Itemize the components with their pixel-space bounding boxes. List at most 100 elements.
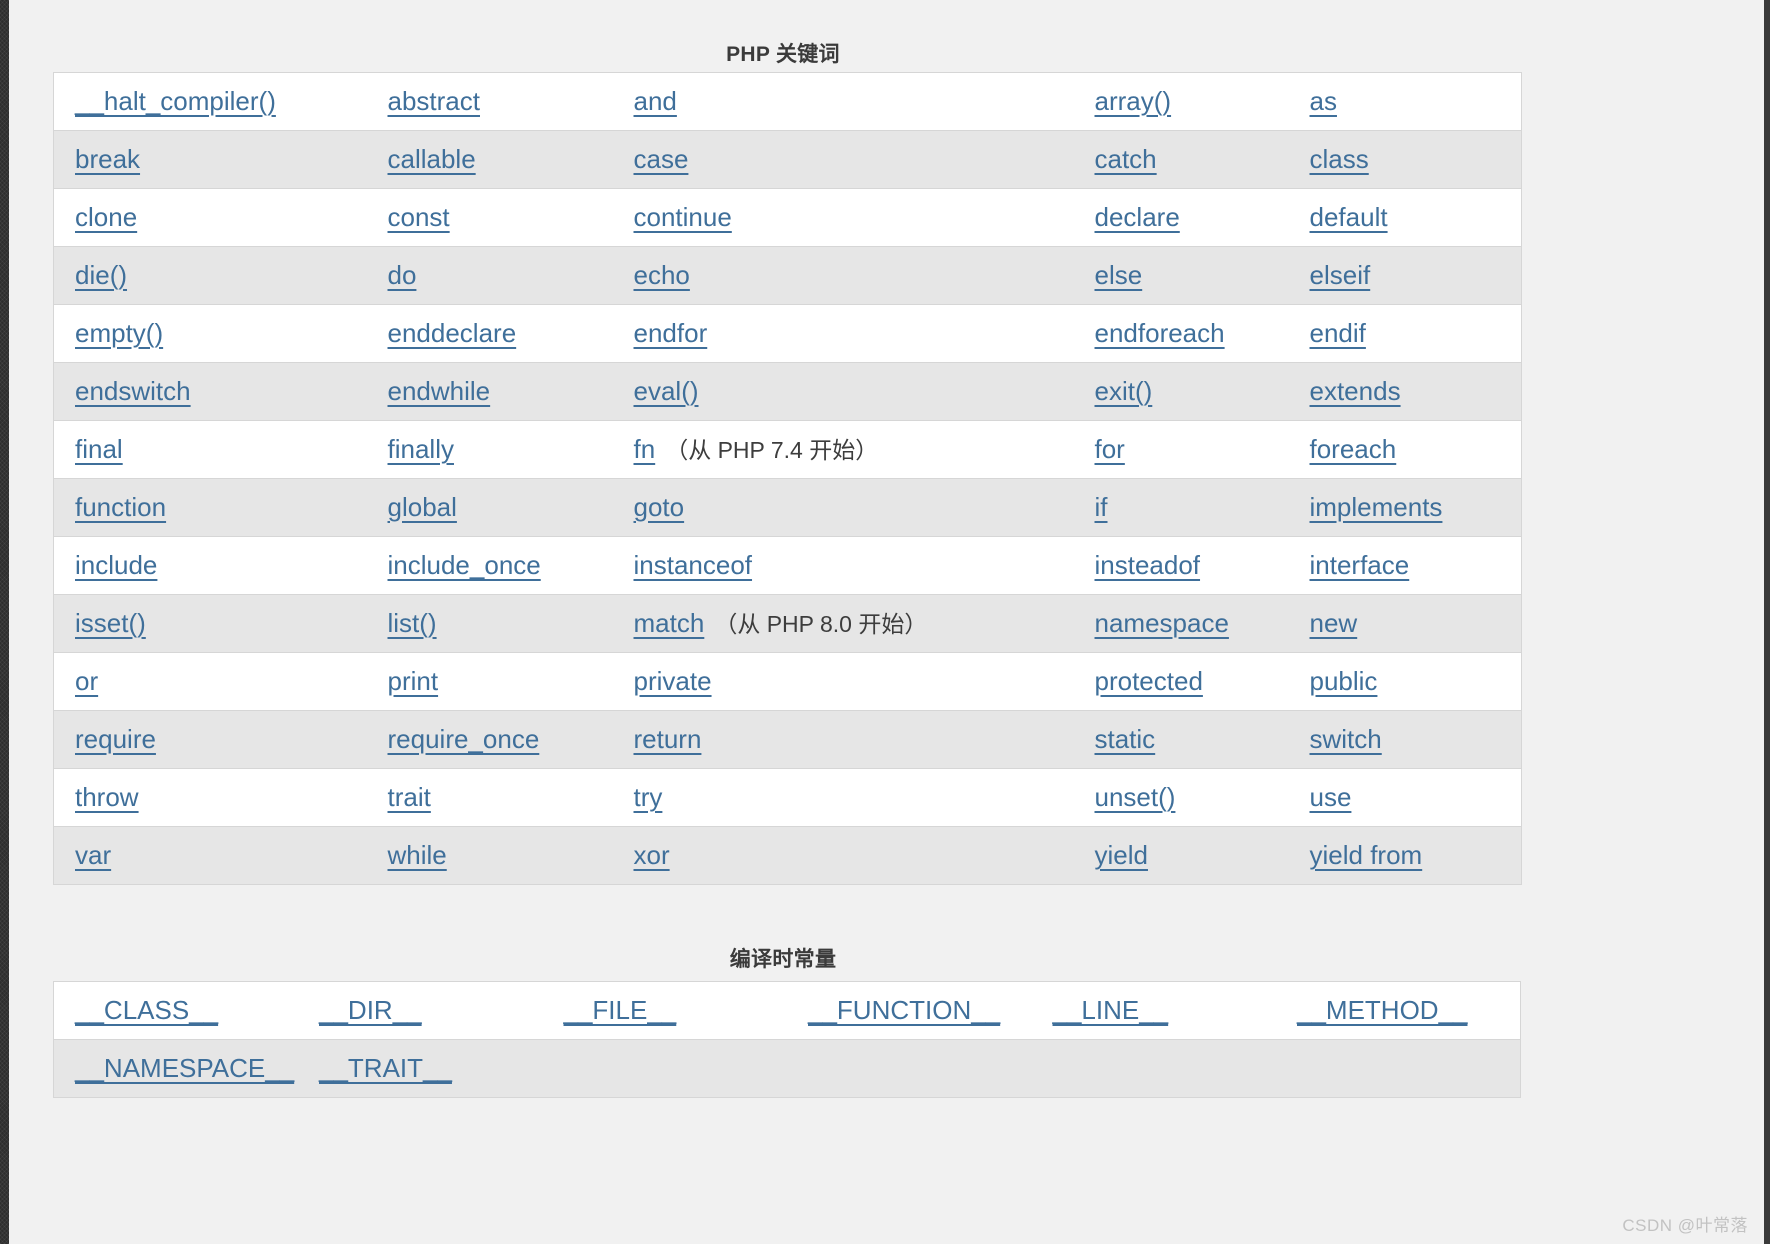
keyword-link[interactable]: endwhile — [388, 376, 491, 406]
keyword-link[interactable]: global — [388, 492, 457, 522]
keyword-link[interactable]: __halt_compiler() — [75, 86, 276, 116]
cell-content: public — [1289, 666, 1522, 697]
keyword-link[interactable]: case — [634, 144, 689, 174]
keyword-link[interactable]: goto — [634, 492, 685, 522]
keyword-link[interactable]: elseif — [1310, 260, 1371, 290]
keyword-link[interactable]: throw — [75, 782, 139, 812]
table-cell: include — [53, 536, 367, 595]
keyword-link[interactable]: __METHOD__ — [1297, 995, 1468, 1025]
keyword-link[interactable]: __NAMESPACE__ — [75, 1053, 294, 1083]
keyword-link[interactable]: instanceof — [634, 550, 753, 580]
keyword-link[interactable]: yield — [1095, 840, 1148, 870]
keyword-link[interactable]: foreach — [1310, 434, 1397, 464]
page-right-scroll-gutter[interactable] — [1764, 0, 1770, 1244]
keyword-link[interactable]: __LINE__ — [1053, 995, 1169, 1025]
keyword-link[interactable]: declare — [1095, 202, 1180, 232]
table-cell: continue — [612, 188, 1074, 247]
keyword-link[interactable]: and — [634, 86, 677, 116]
keyword-link[interactable]: else — [1095, 260, 1143, 290]
cell-content: as — [1289, 86, 1522, 117]
keyword-link[interactable]: empty() — [75, 318, 163, 348]
keyword-link[interactable]: use — [1310, 782, 1352, 812]
keyword-link[interactable]: xor — [634, 840, 670, 870]
keyword-link[interactable]: var — [75, 840, 111, 870]
table-cell: empty() — [53, 304, 367, 363]
keyword-link[interactable]: class — [1310, 144, 1369, 174]
keyword-link[interactable]: enddeclare — [388, 318, 517, 348]
keyword-link[interactable]: __FUNCTION__ — [808, 995, 1000, 1025]
keyword-link[interactable]: fn — [634, 434, 656, 464]
keyword-link[interactable]: default — [1310, 202, 1388, 232]
table-cell — [787, 1039, 1032, 1098]
keyword-link[interactable]: isset() — [75, 608, 146, 638]
keyword-link[interactable]: endfor — [634, 318, 708, 348]
keyword-link[interactable]: print — [388, 666, 439, 696]
keyword-link[interactable]: abstract — [388, 86, 481, 116]
keyword-link[interactable]: implements — [1310, 492, 1443, 522]
cell-content: elseif — [1289, 260, 1522, 291]
keyword-link[interactable]: eval() — [634, 376, 699, 406]
keyword-link[interactable]: endswitch — [75, 376, 191, 406]
keyword-link[interactable]: static — [1095, 724, 1156, 754]
keyword-link[interactable]: yield from — [1310, 840, 1423, 870]
keyword-link[interactable]: public — [1310, 666, 1378, 696]
keyword-link[interactable]: final — [75, 434, 123, 464]
cell-content: require — [54, 724, 367, 755]
page-left-scroll-gutter[interactable] — [0, 0, 9, 1244]
keyword-link[interactable]: require — [75, 724, 156, 754]
keyword-link[interactable]: trait — [388, 782, 431, 812]
cell-content: switch — [1289, 724, 1522, 755]
keyword-link[interactable]: private — [634, 666, 712, 696]
cell-content: callable — [367, 144, 613, 175]
keyword-link[interactable]: namespace — [1095, 608, 1229, 638]
table-cell: isset() — [53, 594, 367, 653]
table-cell: require_once — [366, 710, 613, 769]
keyword-link[interactable]: endforeach — [1095, 318, 1225, 348]
keyword-link[interactable]: or — [75, 666, 98, 696]
keyword-link[interactable]: callable — [388, 144, 476, 174]
keyword-link[interactable]: if — [1095, 492, 1108, 522]
keyword-link[interactable]: function — [75, 492, 166, 522]
keyword-link[interactable]: __CLASS__ — [75, 995, 218, 1025]
cell-content: __METHOD__ — [1276, 995, 1520, 1026]
keyword-link[interactable]: echo — [634, 260, 690, 290]
keyword-link[interactable]: new — [1310, 608, 1358, 638]
keyword-link[interactable]: unset() — [1095, 782, 1176, 812]
keyword-link[interactable]: interface — [1310, 550, 1410, 580]
keyword-link[interactable]: __TRAIT__ — [319, 1053, 452, 1083]
keyword-link[interactable]: include — [75, 550, 157, 580]
keyword-link[interactable]: include_once — [388, 550, 541, 580]
keyword-link[interactable]: switch — [1310, 724, 1382, 754]
keyword-link[interactable]: clone — [75, 202, 137, 232]
keyword-link[interactable]: __DIR__ — [319, 995, 422, 1025]
cell-content: for — [1074, 434, 1289, 465]
keyword-link[interactable]: return — [634, 724, 702, 754]
table-cell: die() — [53, 246, 367, 305]
keyword-link[interactable]: exit() — [1095, 376, 1153, 406]
keyword-link[interactable]: as — [1310, 86, 1337, 116]
keyword-link[interactable]: const — [388, 202, 450, 232]
keyword-link[interactable]: break — [75, 144, 140, 174]
keyword-link[interactable]: require_once — [388, 724, 540, 754]
keyword-link[interactable]: array() — [1095, 86, 1172, 116]
table-row: throw trait try unset() use — [53, 768, 1522, 827]
keyword-link[interactable]: protected — [1095, 666, 1203, 696]
keyword-link[interactable]: finally — [388, 434, 454, 464]
keyword-link[interactable]: extends — [1310, 376, 1401, 406]
keyword-link[interactable]: insteadof — [1095, 550, 1201, 580]
keyword-link[interactable]: list() — [388, 608, 437, 638]
keyword-link[interactable]: catch — [1095, 144, 1157, 174]
table-cell: try — [612, 768, 1074, 827]
keyword-link[interactable]: for — [1095, 434, 1125, 464]
cell-content: namespace — [1074, 608, 1289, 639]
cell-content: __halt_compiler() — [54, 86, 367, 117]
keyword-link[interactable]: match — [634, 608, 705, 638]
keyword-link[interactable]: continue — [634, 202, 732, 232]
keyword-link[interactable]: die() — [75, 260, 127, 290]
keyword-link[interactable]: do — [388, 260, 417, 290]
keyword-link[interactable]: while — [388, 840, 447, 870]
keyword-link[interactable]: __FILE__ — [564, 995, 677, 1025]
cell-content: while — [367, 840, 613, 871]
keyword-link[interactable]: try — [634, 782, 663, 812]
keyword-link[interactable]: endif — [1310, 318, 1366, 348]
